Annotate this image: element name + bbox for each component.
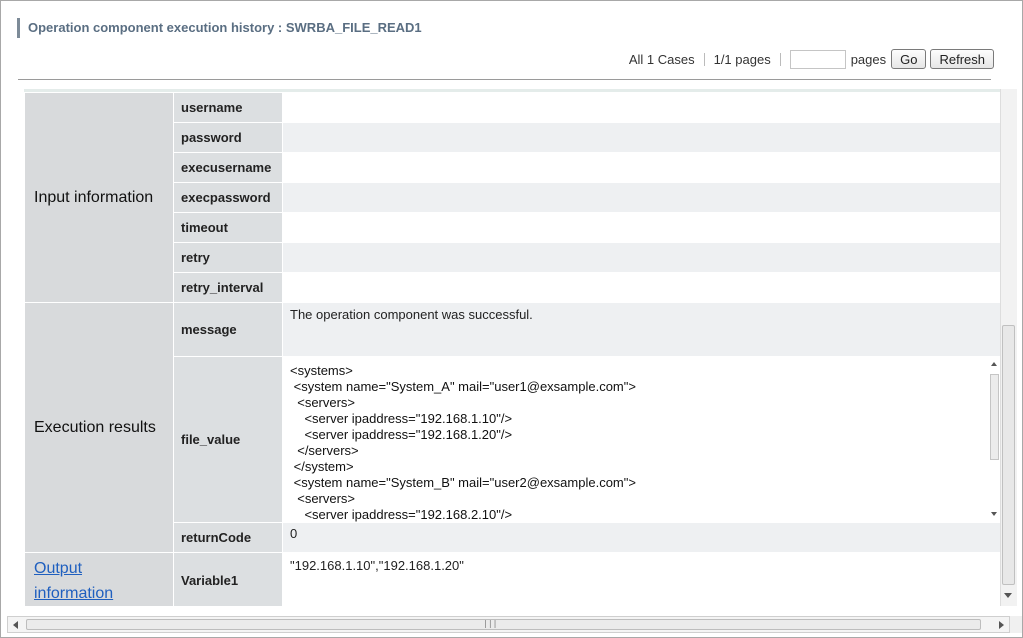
triangle-left-icon[interactable] [13, 621, 18, 629]
page-title: Operation component execution history : … [17, 18, 422, 38]
param-name: execusername [173, 152, 283, 183]
scroll-thumb[interactable] [1002, 325, 1015, 585]
table-row: Input information username [24, 92, 1000, 303]
file-value-text: <systems> <system name="System_A" mail="… [290, 362, 636, 522]
param-name: returnCode [173, 522, 283, 553]
page-info-label: 1/1 pages [713, 51, 771, 67]
pages-label: pages [850, 51, 887, 67]
param-value [282, 242, 1000, 273]
main-horizontal-scrollbar[interactable]: ||| [7, 616, 1010, 633]
param-value [282, 152, 1000, 183]
table-row: Output information Variable1 "192.168.1.… [24, 552, 1000, 606]
table-row: Execution results message The operation … [24, 302, 1000, 553]
param-name: file_value [173, 356, 283, 523]
pager-bar: All 1 Cases 1/1 pages pages Go Refresh [629, 47, 994, 71]
history-table: Input information username password exec… [24, 92, 1000, 606]
results-section-label: Execution results [24, 302, 174, 553]
message-value: The operation component was successful. [282, 302, 1000, 357]
param-name: retry [173, 242, 283, 273]
param-name: timeout [173, 212, 283, 243]
param-value [282, 182, 1000, 213]
triangle-down-icon[interactable] [1004, 593, 1012, 598]
variable-value: "192.168.1.10","192.168.1.20" [282, 552, 1000, 606]
output-information-link[interactable]: Output information [34, 556, 134, 606]
param-name: username [173, 92, 283, 123]
file-value-cell: <systems> <system name="System_A" mail="… [282, 356, 1000, 523]
history-table-container[interactable]: Input information username password exec… [24, 89, 1000, 606]
pager-separator [703, 52, 705, 66]
param-value [282, 212, 1000, 243]
param-name: execpassword [173, 182, 283, 213]
pager-separator [779, 52, 781, 66]
total-cases-label: All 1 Cases [628, 51, 695, 67]
main-vertical-scrollbar[interactable] [1000, 89, 1017, 606]
triangle-down-icon[interactable] [991, 511, 997, 516]
scroll-thumb[interactable] [990, 373, 999, 460]
param-name: message [173, 302, 283, 357]
header-divider [18, 79, 991, 80]
return-code-value: 0 [282, 522, 1000, 553]
scrollbar-corner [1010, 616, 1022, 633]
param-name: retry_interval [173, 272, 283, 303]
scroll-thumb[interactable] [26, 619, 981, 630]
file-value-textarea[interactable]: <systems> <system name="System_A" mail="… [283, 358, 1000, 522]
output-section-cell: Output information [24, 552, 174, 606]
triangle-up-icon[interactable] [991, 361, 997, 366]
param-value [282, 122, 1000, 153]
file-value-scrollbar[interactable] [989, 360, 1000, 518]
param-name: Variable1 [173, 552, 283, 606]
grip-icon: ||| [483, 619, 498, 628]
param-value [282, 92, 1000, 123]
triangle-right-icon[interactable] [999, 621, 1004, 629]
input-section-label: Input information [24, 92, 174, 303]
window-frame: Operation component execution history : … [0, 0, 1023, 638]
refresh-button[interactable]: Refresh [930, 49, 994, 69]
go-button[interactable]: Go [891, 49, 927, 69]
param-name: password [173, 122, 283, 153]
param-value [282, 272, 1000, 303]
page-number-input[interactable] [789, 49, 846, 69]
